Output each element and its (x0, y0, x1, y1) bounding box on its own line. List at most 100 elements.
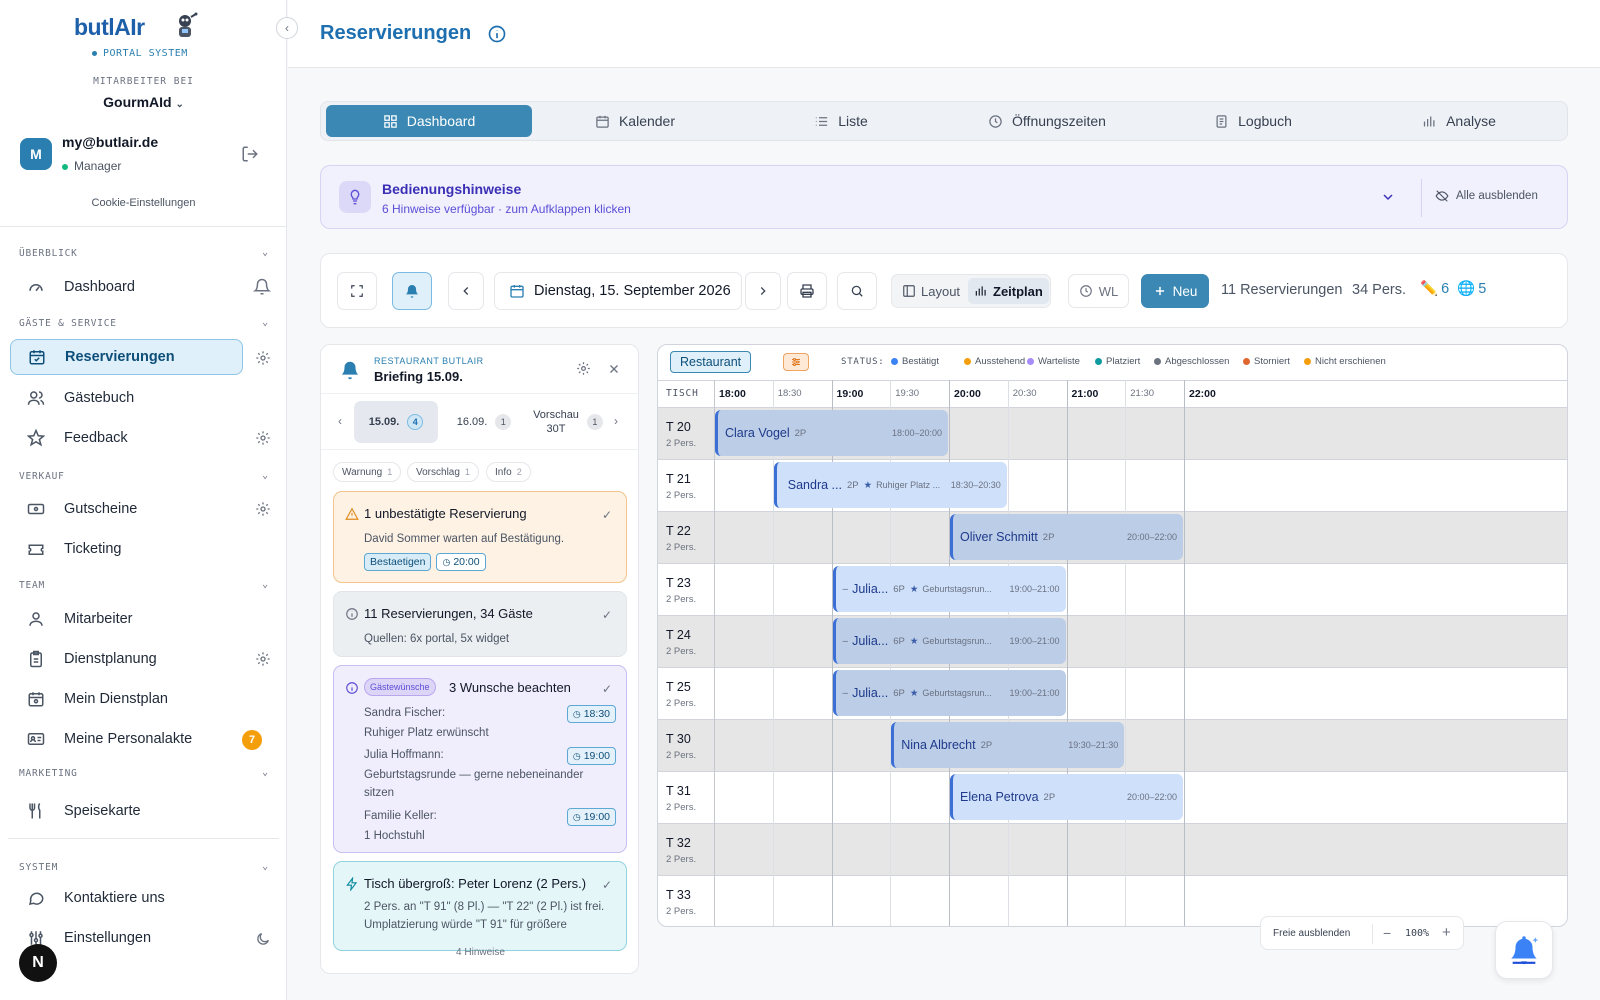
sidebar-divider (8, 838, 279, 839)
ticket-icon (27, 540, 45, 558)
reservation-block[interactable]: – Julia... 6P ★ Geburtstagsrun... 19:00–21:00 (832, 566, 1066, 612)
hide-all-button[interactable]: Alle ausblenden (1435, 189, 1538, 203)
reservation-block[interactable]: Nina Albrecht 2P 19:30–21:30 (891, 722, 1125, 768)
tab-calendar[interactable]: Kalender (532, 105, 738, 137)
gear-icon[interactable] (255, 430, 271, 446)
reservation-block[interactable]: Clara Vogel 2P 18:00–20:00 (715, 410, 948, 456)
date-picker[interactable]: Dienstag, 15. September 2026 (494, 272, 742, 310)
briefing-card-summary[interactable]: 11 Reservierungen, 34 Gäste ✓ Quellen: 6… (333, 591, 627, 657)
time-gridline (1066, 380, 1068, 926)
sidebar-item-staff[interactable]: Mitarbeiter (10, 601, 243, 637)
check-icon[interactable]: ✓ (602, 682, 612, 696)
n-logo-button[interactable]: N (19, 944, 57, 982)
next-day-button[interactable] (745, 272, 781, 310)
chevron-left-icon[interactable]: ‹ (334, 414, 346, 428)
bell-icon[interactable] (253, 278, 271, 296)
sidebar-item-ticketing[interactable]: Ticketing (10, 531, 243, 567)
sidebar-item-guestbook[interactable]: Gästebuch (10, 380, 243, 416)
sidebar-item-menu[interactable]: Speisekarte (10, 793, 243, 829)
section-system[interactable]: SYSTEM ⌄ (19, 861, 269, 873)
sidebar-item-contact[interactable]: Kontaktiere uns (10, 880, 243, 916)
tab-opening-hours[interactable]: Öffnungszeiten (944, 105, 1150, 137)
briefing-toggle-button[interactable] (392, 272, 432, 310)
filter-chip-suggestion[interactable]: Vorschlag 1 (407, 462, 479, 482)
notification-assistant-button[interactable] (1495, 921, 1553, 979)
wish-name: Familie Keller: (364, 810, 437, 822)
table-row[interactable]: T 25 2 Pers. (658, 667, 1567, 719)
reservation-block[interactable]: Oliver Schmitt 2P 20:00–22:00 (950, 514, 1183, 560)
avatar[interactable]: M (20, 138, 52, 170)
sidebar-collapse-button[interactable]: ‹ (276, 17, 298, 39)
sidebar-item-scheduling[interactable]: Dienstplanung (10, 641, 243, 677)
gear-icon[interactable] (576, 361, 591, 376)
company-selector[interactable]: GourmAId ⌄ (0, 94, 287, 110)
operating-hints-panel[interactable]: Bedienungshinweise 6 Hinweise verfügbar … (320, 165, 1568, 229)
sidebar-item-my-schedule[interactable]: Mein Dienstplan (10, 681, 243, 717)
briefing-card-suggestion[interactable]: Tisch übergroß: Peter Lorenz (2 Pers.) ✓… (333, 861, 627, 951)
cookie-settings-link[interactable]: Cookie-Einstellungen (0, 197, 287, 209)
section-team[interactable]: TEAM ⌄ (19, 579, 269, 591)
reservation-block[interactable]: – Julia... 6P ★ Geburtstagsrun... 19:00–21:00 (832, 618, 1066, 664)
sidebar-item-label: Kontaktiere uns (64, 890, 165, 906)
tab-analysis[interactable]: Analyse (1356, 105, 1562, 137)
chevron-down-icon[interactable] (1379, 188, 1397, 206)
info-icon[interactable] (487, 24, 507, 44)
sidebar-item-reservations[interactable]: Reservierungen (10, 339, 243, 375)
table-row[interactable]: T 32 2 Pers. (658, 823, 1567, 875)
clock-icon (1079, 284, 1093, 298)
fullscreen-button[interactable] (337, 272, 377, 310)
briefing-preview-tab[interactable]: Vorschau 30T 1 (526, 401, 610, 443)
sidebar-item-vouchers[interactable]: Gutscheine (10, 491, 243, 527)
logout-icon[interactable] (240, 144, 260, 164)
legend-label: Bestätigt (902, 356, 939, 367)
confirm-button[interactable]: Bestaetigen (364, 553, 432, 571)
tab-logbook[interactable]: Logbuch (1150, 105, 1356, 137)
reservation-block[interactable]: Elena Petrova 2P 20:00–22:00 (950, 774, 1183, 820)
waitlist-button[interactable]: WL (1068, 274, 1129, 308)
check-icon[interactable]: ✓ (602, 878, 612, 892)
check-icon[interactable]: ✓ (602, 608, 612, 622)
filter-button[interactable] (783, 353, 809, 371)
card-title: 11 Reservierungen, 34 Gäste (364, 606, 533, 621)
wish-note: 1 Hochstuhl (364, 830, 425, 842)
briefing-card-warning[interactable]: 1 unbestätigte Reservierung ✓ David Somm… (333, 491, 627, 583)
section-marketing[interactable]: MARKETING ⌄ (19, 767, 269, 779)
table-row[interactable]: T 23 2 Pers. (658, 563, 1567, 615)
layout-mode-button[interactable]: Layout (896, 278, 966, 304)
timeline-mode-button[interactable]: Zeitplan (968, 278, 1049, 304)
table-row[interactable]: T 24 2 Pers. (658, 615, 1567, 667)
new-reservation-button[interactable]: Neu (1141, 274, 1209, 308)
briefing-card-wishes[interactable]: Gästewünsche 3 Wunsche beachten ✓ Sandra… (333, 665, 627, 853)
tab-list[interactable]: Liste (738, 105, 944, 137)
previous-day-button[interactable] (448, 272, 484, 310)
print-button[interactable] (787, 272, 827, 310)
filter-chip-info[interactable]: Info 2 (486, 462, 531, 482)
section-sales[interactable]: VERKAUF ⌄ (19, 470, 269, 482)
gear-icon[interactable] (255, 350, 271, 366)
reservation-block[interactable]: – Julia... 6P ★ Geburtstagsrun... 19:00–21:00 (832, 670, 1066, 716)
gear-icon[interactable] (255, 501, 271, 517)
moon-icon[interactable] (255, 931, 271, 947)
section-guests-service[interactable]: GÄSTE & SERVICE ⌄ (19, 317, 269, 329)
time-gridline (772, 380, 774, 926)
sidebar-item-dashboard[interactable]: Dashboard (10, 269, 243, 305)
tab-dashboard[interactable]: Dashboard (326, 105, 532, 137)
section-overview[interactable]: ÜBERBLICK ⌄ (19, 247, 269, 259)
close-icon[interactable] (606, 361, 621, 376)
hide-free-tables-button[interactable]: Freie ausblenden (1273, 928, 1350, 939)
search-button[interactable] (837, 272, 877, 310)
gear-icon[interactable] (255, 651, 271, 667)
app-logo[interactable]: butlAIr (74, 14, 145, 41)
filter-chip-warning[interactable]: Warnung 1 (333, 462, 402, 482)
zoom-out-button[interactable]: − (1383, 925, 1391, 941)
check-icon[interactable]: ✓ (602, 508, 612, 522)
reservation-block[interactable]: Sandra ... 2P ★ Ruhiger Platz ... 18:30–20:3… (773, 462, 1007, 508)
sidebar-item-feedback[interactable]: Feedback (10, 420, 243, 456)
chevron-right-icon[interactable]: › (610, 414, 622, 428)
sidebar-item-personnel-file[interactable]: Meine Personalakte (10, 721, 243, 757)
zoom-in-button[interactable]: + (1442, 924, 1451, 941)
briefing-day-tab[interactable]: 15.09. 4 (354, 401, 438, 443)
area-selector[interactable]: Restaurant (670, 351, 752, 373)
card-title: 1 unbestätigte Reservierung (364, 506, 527, 521)
briefing-day-tab[interactable]: 16.09. 1 (442, 401, 526, 443)
